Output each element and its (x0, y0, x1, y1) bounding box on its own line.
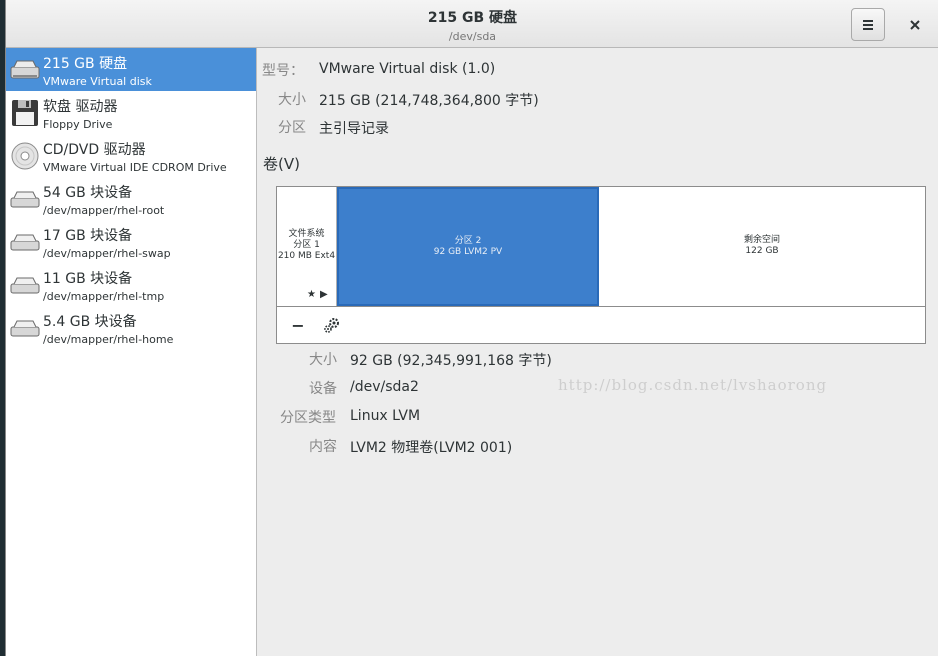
drive-description: /dev/mapper/rhel-tmp (43, 290, 165, 303)
size-label: 大小 (278, 92, 306, 108)
partition-settings-button[interactable] (319, 313, 345, 337)
hard-disk-icon (10, 60, 40, 79)
sidebar-item-floppy[interactable]: 软盘 驱动器 Floppy Drive (6, 91, 256, 134)
remove-partition-button[interactable]: − (285, 313, 311, 337)
segment-name: 剩余空间 (743, 235, 780, 245)
sidebar-item-rhel-home[interactable]: 5.4 GB 块设备 /dev/mapper/rhel-home (6, 306, 256, 349)
segment-size: 92 GB LVM2 PV (433, 247, 503, 257)
device-value: /dev/sda2 (350, 379, 419, 395)
close-button[interactable] (899, 8, 931, 41)
optical-disc-icon (11, 142, 39, 170)
sidebar-item-rhel-root[interactable]: 54 GB 块设备 /dev/mapper/rhel-root (6, 177, 256, 220)
partition-size-value: 92 GB (92,345,991,168 字节) (350, 353, 552, 369)
sidebar-item-hard-disk[interactable]: 215 GB 硬盘 VMware Virtual disk (6, 48, 256, 91)
star-icon: ★ (307, 289, 316, 300)
drive-name: CD/DVD 驱动器 (43, 142, 146, 158)
play-icon: ▶ (319, 289, 328, 300)
floppy-disk-icon (12, 100, 38, 126)
contents-value: LVM2 物理卷(LVM2 001) (350, 440, 513, 456)
header-bar: 215 GB 硬盘 /dev/sda (6, 0, 938, 48)
block-device-icon (10, 191, 40, 208)
drive-description: /dev/mapper/rhel-root (43, 204, 165, 217)
window-title: 215 GB 硬盘 (427, 10, 518, 26)
partitioning-value: 主引导记录 (319, 121, 389, 137)
drive-description: Floppy Drive (43, 118, 113, 131)
drive-name: 215 GB 硬盘 (43, 56, 128, 72)
disks-window: 215 GB 硬盘 /dev/sda 215 GB 硬盘 VMware Virt… (5, 0, 938, 656)
partition-type-label: 分区类型 (280, 410, 336, 426)
volume-segment-partition-2[interactable]: 分区 2 92 GB LVM2 PV (337, 187, 599, 306)
drive-description: VMware Virtual IDE CDROM Drive (43, 161, 227, 174)
hamburger-menu-icon (863, 19, 873, 30)
model-value: VMware Virtual disk (1.0) (319, 61, 496, 77)
drive-name: 54 GB 块设备 (43, 185, 133, 201)
drive-description: /dev/mapper/rhel-home (43, 333, 174, 346)
block-device-icon (10, 320, 40, 337)
segment-type: 文件系统 (288, 229, 325, 239)
drive-details: 型号： VMware Virtual disk (1.0) 大小 215 GB … (258, 48, 938, 656)
close-icon (910, 19, 920, 30)
block-device-icon (10, 234, 40, 251)
drive-name: 5.4 GB 块设备 (43, 314, 137, 330)
segment-name: 分区 1 (293, 240, 320, 250)
segment-size: 122 GB (745, 246, 779, 256)
model-label: 型号： (262, 63, 304, 79)
segment-name: 分区 2 (454, 236, 482, 246)
drive-name: 17 GB 块设备 (43, 228, 133, 244)
volume-map: 文件系统 分区 1 210 MB Ext4 ★ ▶ 分区 2 92 GB LVM… (276, 186, 926, 344)
partition-type-value: Linux LVM (350, 408, 421, 424)
sidebar-item-rhel-swap[interactable]: 17 GB 块设备 /dev/mapper/rhel-swap (6, 220, 256, 263)
drive-description: VMware Virtual disk (43, 75, 152, 88)
volumes-heading: 卷(V) (263, 155, 300, 173)
volume-segment-free-space[interactable]: 剩余空间 122 GB (599, 187, 925, 306)
sidebar-item-rhel-tmp[interactable]: 11 GB 块设备 /dev/mapper/rhel-tmp (6, 263, 256, 306)
volume-toolbar: − (277, 306, 925, 343)
size-value: 215 GB (214,748,364,800 字节) (319, 93, 539, 109)
device-label: 设备 (309, 381, 337, 397)
partition-size-label: 大小 (309, 352, 337, 368)
gears-icon (324, 318, 339, 333)
drive-name: 11 GB 块设备 (43, 271, 133, 287)
drive-description: /dev/mapper/rhel-swap (43, 247, 171, 260)
window-subtitle: /dev/sda (448, 30, 497, 43)
sidebar-item-cdrom[interactable]: CD/DVD 驱动器 VMware Virtual IDE CDROM Driv… (6, 134, 256, 177)
watermark: http://blog.csdn.net/lvshaorong (558, 376, 828, 394)
contents-label: 内容 (309, 439, 337, 455)
menu-button[interactable] (851, 8, 885, 41)
block-device-icon (10, 277, 40, 294)
drive-sidebar: 215 GB 硬盘 VMware Virtual disk 软盘 驱动器 Flo… (6, 48, 257, 656)
partitioning-label: 分区 (278, 120, 306, 136)
volume-segment-partition-1[interactable]: 文件系统 分区 1 210 MB Ext4 ★ ▶ (277, 187, 337, 306)
segment-size: 210 MB Ext4 (277, 251, 336, 261)
drive-name: 软盘 驱动器 (43, 99, 118, 115)
